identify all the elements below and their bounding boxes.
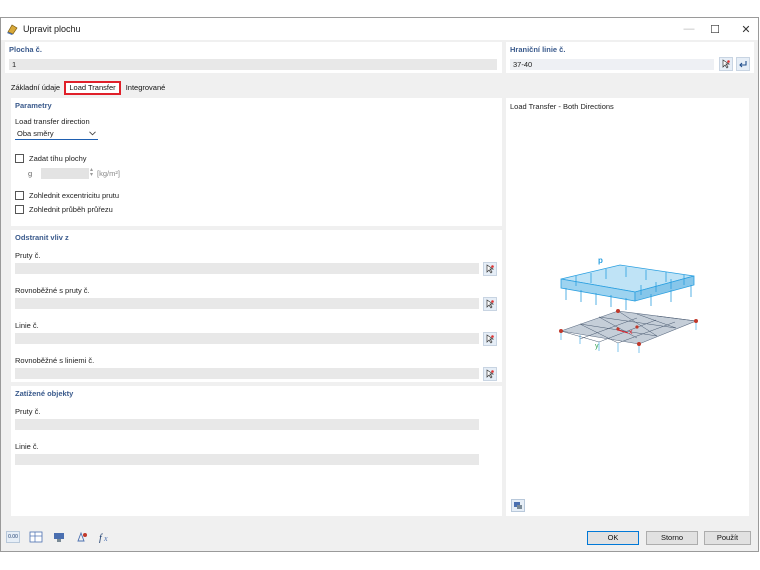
lines-field[interactable] <box>15 333 479 344</box>
loaded-lines-field <box>15 454 479 465</box>
section-checkbox[interactable] <box>15 205 24 214</box>
weight-checkbox[interactable] <box>15 154 24 163</box>
direction-select[interactable]: Oba směry <box>15 128 98 140</box>
table-icon <box>29 531 43 543</box>
direction-label: Load transfer direction <box>15 117 90 126</box>
tab-load-transfer[interactable]: Load Transfer <box>64 81 121 95</box>
pick-lines-button[interactable] <box>483 332 497 346</box>
eccentricity-checkbox[interactable] <box>15 191 24 200</box>
ok-button[interactable]: OK <box>587 531 639 545</box>
apply-button[interactable]: Použít <box>704 531 751 545</box>
function-icon: f x <box>99 533 108 544</box>
units-button[interactable]: 0.00 <box>6 531 20 543</box>
remove-influence-panel: Odstranit vliv z Pruty č. Rovnoběžné s p… <box>11 230 502 382</box>
surface-panel: Plocha č. 1 <box>5 42 502 73</box>
dialog-window: Upravit plochu — ☐ ✕ Plocha č. 1 Hraničn… <box>0 17 759 552</box>
function-button[interactable]: f x <box>98 531 112 544</box>
table-button[interactable] <box>29 531 43 543</box>
display-settings-icon <box>514 502 522 509</box>
loaded-objects-title: Zatížené objekty <box>15 389 74 398</box>
load-transfer-illustration: p y x <box>559 256 698 353</box>
loaded-members-field <box>15 419 479 430</box>
pick-cursor-icon <box>486 369 495 379</box>
load-symbol: p <box>598 256 603 265</box>
cancel-button[interactable]: Storno <box>646 531 698 545</box>
svg-text:x: x <box>103 534 108 543</box>
pick-members-button[interactable] <box>483 262 497 276</box>
view-options-button[interactable] <box>511 499 525 512</box>
app-icon <box>7 24 18 35</box>
boundary-label: Hraniční linie č. <box>510 45 566 54</box>
tab-integrated[interactable]: Integrované <box>121 81 170 95</box>
model-icon <box>77 531 87 542</box>
parallel-lines-field[interactable] <box>15 368 479 379</box>
loaded-objects-panel: Zatížené objekty Pruty č. Linie č. <box>11 386 502 516</box>
window-title: Upravit plochu <box>23 24 81 34</box>
pick-cursor-icon <box>486 299 495 309</box>
title-bar: Upravit plochu — ☐ ✕ <box>1 18 758 40</box>
pick-parallel-members-button[interactable] <box>483 297 497 311</box>
reverse-direction-button[interactable] <box>736 57 750 71</box>
boundary-panel: Hraniční linie č. 37-40 <box>506 42 754 73</box>
g-input[interactable] <box>41 168 89 179</box>
pick-cursor-icon <box>722 59 731 69</box>
tab-basic[interactable]: Základní údaje <box>7 81 64 95</box>
info-icon <box>54 533 64 542</box>
g-label: g <box>28 169 33 178</box>
section-checkbox-label: Zohlednit průběh průřezu <box>29 205 113 214</box>
close-button[interactable]: ✕ <box>729 18 760 40</box>
axis-y-label: y <box>595 343 599 350</box>
lines-label: Linie č. <box>15 321 39 330</box>
chevron-down-icon <box>89 131 96 136</box>
eccentricity-checkbox-label: Zohlednit excentricitu prutu <box>29 191 120 200</box>
surface-label: Plocha č. <box>9 45 42 54</box>
g-unit: [kg/m²] <box>97 169 120 178</box>
reverse-arrow-icon <box>739 61 747 68</box>
loaded-lines-label: Linie č. <box>15 442 39 451</box>
pick-cursor-icon <box>486 264 495 274</box>
pick-parallel-lines-button[interactable] <box>483 367 497 381</box>
model-view-button[interactable] <box>75 531 89 543</box>
pick-boundary-button[interactable] <box>719 57 733 71</box>
members-field[interactable] <box>15 263 479 274</box>
maximize-button[interactable]: ☐ <box>698 18 732 40</box>
parallel-members-label: Rovnoběžné s pruty č. <box>15 286 90 295</box>
parameters-title: Parametry <box>15 101 52 110</box>
units-icon-text: 0.00 <box>8 534 18 540</box>
axis-x-label: x <box>629 329 633 336</box>
parallel-lines-label: Rovnoběžné s liniemi č. <box>15 356 95 365</box>
loaded-members-label: Pruty č. <box>15 407 41 416</box>
preview-title: Load Transfer - Both Directions <box>510 102 614 111</box>
weight-checkbox-label: Zadat tíhu plochy <box>29 154 87 163</box>
members-label: Pruty č. <box>15 251 41 260</box>
pick-cursor-icon <box>486 334 495 344</box>
g-spinner-icon[interactable]: ▴ ▾ <box>90 167 93 178</box>
svg-text:f: f <box>99 533 103 543</box>
remove-influence-title: Odstranit vliv z <box>15 233 69 242</box>
surface-number-field[interactable]: 1 <box>9 59 497 70</box>
direction-select-value: Oba směry <box>17 129 54 138</box>
parameters-panel: Parametry Load transfer direction Oba sm… <box>11 98 502 226</box>
preview-panel: Load Transfer - Both Directions p y x <box>506 98 749 516</box>
parallel-members-field[interactable] <box>15 298 479 309</box>
boundary-lines-field[interactable]: 37-40 <box>510 59 714 70</box>
info-button[interactable] <box>52 531 66 543</box>
